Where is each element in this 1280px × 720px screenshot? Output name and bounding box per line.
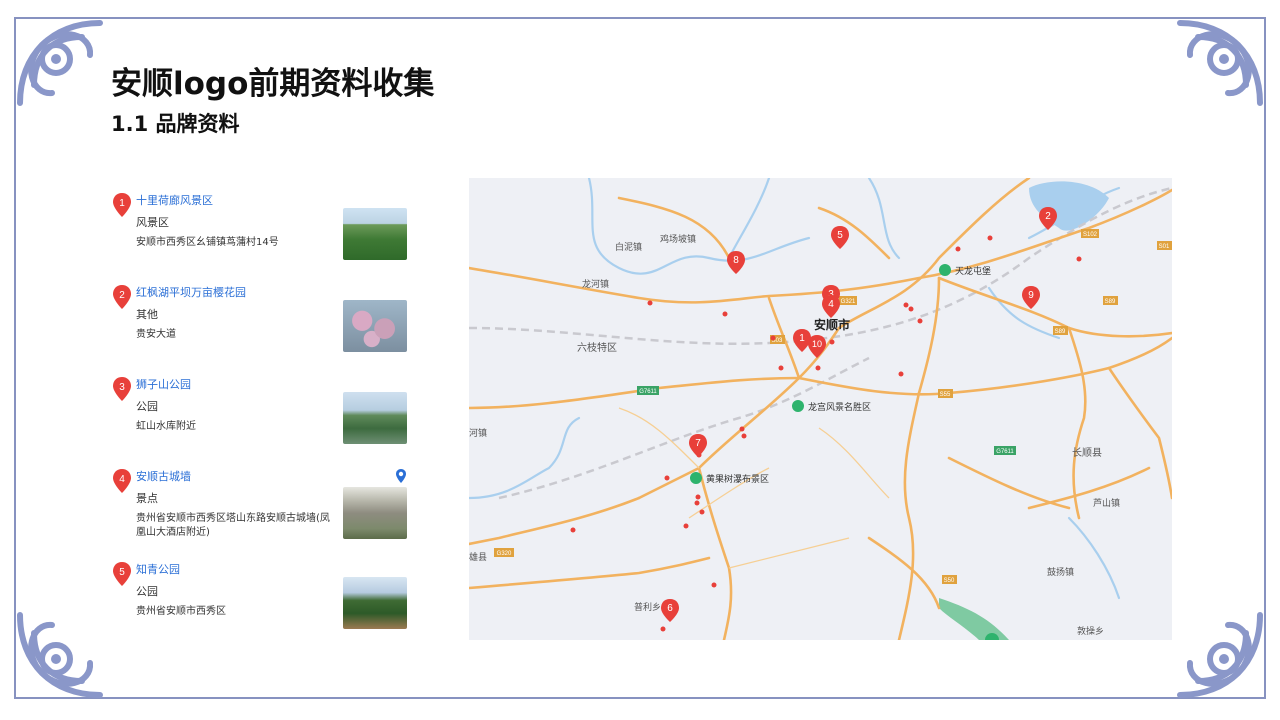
svg-text:S89: S89 [1055, 329, 1066, 335]
svg-text:G320: G320 [497, 551, 512, 557]
map-place-label: 六枝特区 [577, 341, 617, 354]
map-place-label: 敦操乡 [1077, 625, 1104, 637]
svg-text:7: 7 [695, 438, 701, 449]
ornament-corner-top-left [17, 20, 103, 106]
svg-text:G321: G321 [841, 299, 856, 305]
road-shield: S50 [942, 575, 957, 584]
poi-thumbnail-image[interactable] [343, 392, 407, 444]
poi-category: 风景区 [136, 216, 169, 229]
poi-list-item[interactable]: 4 安顺古城墙 景点 贵州省安顺市西秀区塔山东路安顺古城墙(凤凰山大酒店附近) [112, 468, 412, 548]
map-place-label: 长顺县 [1072, 447, 1102, 459]
svg-text:天龙屯堡: 天龙屯堡 [955, 265, 991, 276]
poi-list-item[interactable]: 3 狮子山公园 公园 虹山水库附近 [112, 376, 412, 456]
map-place-label: 芦山镇 [1093, 497, 1120, 509]
road-shield: S102 [1081, 229, 1099, 238]
svg-text:4: 4 [119, 474, 125, 485]
svg-text:S55: S55 [940, 392, 951, 398]
road-shield: S89 [1053, 326, 1068, 335]
svg-text:S01: S01 [1159, 244, 1170, 250]
scenic-spot-marker[interactable]: 天龙屯堡 [939, 264, 991, 276]
poi-name-link[interactable]: 狮子山公园 [136, 376, 191, 392]
ornament-corner-top-right [1177, 20, 1263, 106]
location-marker-icon[interactable] [395, 468, 407, 484]
svg-text:G7611: G7611 [639, 389, 657, 395]
map-place-label: 鸡场坡镇 [660, 233, 696, 245]
svg-text:S50: S50 [944, 578, 955, 584]
poi-list-item[interactable]: 2 红枫湖平坝万亩樱花园 其他 贵安大道 [112, 284, 412, 364]
map-pin-icon: 5 [113, 562, 131, 586]
poi-list-item[interactable]: 1 十里荷廊风景区 风景区 安顺市西秀区幺铺镇茑蒲村14号 [112, 192, 412, 272]
map-place-label: 雄县 [469, 551, 487, 563]
poi-address: 贵州省安顺市西秀区 [136, 606, 226, 617]
road-shield: G321 [839, 296, 857, 305]
section-subtitle: 1.1 品牌资料 [111, 112, 240, 136]
map-place-label: 河镇 [469, 427, 487, 439]
map-place-label: 鼓扬镇 [1047, 566, 1074, 578]
svg-text:龙宫风景名胜区: 龙宫风景名胜区 [808, 401, 871, 412]
svg-text:1: 1 [119, 198, 125, 209]
poi-thumbnail-image[interactable] [343, 577, 407, 629]
map-pin-icon: 2 [113, 285, 131, 309]
svg-text:1: 1 [799, 333, 805, 344]
poi-address: 贵州省安顺市西秀区塔山东路安顺古城墙(凤凰山大酒店附近) [136, 513, 330, 538]
poi-thumbnail-image[interactable] [343, 487, 407, 539]
poi-name-link[interactable]: 安顺古城墙 [136, 468, 191, 484]
ornament-corner-bottom-left [17, 612, 103, 698]
poi-category: 其他 [136, 308, 158, 321]
poi-list-item[interactable]: 5 知青公园 公园 贵州省安顺市西秀区 [112, 561, 412, 641]
svg-text:黄果树瀑布景区: 黄果树瀑布景区 [706, 473, 769, 484]
map-city-label: 安顺市 [814, 317, 850, 332]
road-shield: G320 [494, 548, 514, 557]
svg-text:S102: S102 [1083, 232, 1098, 238]
poi-name-link[interactable]: 知青公园 [136, 561, 180, 577]
map-pin-icon: 1 [113, 193, 131, 217]
poi-thumbnail-image[interactable] [343, 300, 407, 352]
svg-text:3: 3 [119, 382, 125, 393]
svg-text:5: 5 [837, 230, 843, 241]
map-pin-icon: 4 [113, 469, 131, 493]
ornament-corner-bottom-right [1177, 612, 1263, 698]
road-shield: G7611 [637, 386, 659, 395]
svg-text:S89: S89 [1105, 299, 1116, 305]
poi-address: 虹山水库附近 [136, 421, 196, 432]
map-canvas[interactable]: 白泥镇 鸡场坡镇 龙河镇 六枝特区 安顺市 长顺县 芦山镇 鼓扬镇 普利乡 敦操… [469, 178, 1172, 640]
svg-text:5: 5 [119, 567, 125, 578]
svg-text:2: 2 [1045, 211, 1051, 222]
svg-text:6: 6 [667, 603, 673, 614]
svg-text:2: 2 [119, 290, 125, 301]
poi-category: 景点 [136, 492, 158, 505]
map-place-label: 白泥镇 [615, 241, 642, 253]
map-view[interactable]: 白泥镇 鸡场坡镇 龙河镇 六枝特区 安顺市 长顺县 芦山镇 鼓扬镇 普利乡 敦操… [469, 178, 1172, 640]
poi-thumbnail-image[interactable] [343, 208, 407, 260]
poi-category: 公园 [136, 585, 158, 598]
svg-text:4: 4 [828, 299, 834, 310]
svg-text:8: 8 [733, 255, 739, 266]
map-place-label: 普利乡 [634, 601, 661, 613]
svg-text:9: 9 [1028, 290, 1034, 301]
map-place-label: 龙河镇 [582, 278, 609, 290]
road-shield: S89 [1103, 296, 1118, 305]
svg-text:10: 10 [812, 339, 822, 349]
page-title: 安顺logo前期资料收集 [111, 66, 435, 102]
poi-name-link[interactable]: 十里荷廊风景区 [136, 192, 213, 208]
road-shield: S55 [938, 389, 953, 398]
poi-name-link[interactable]: 红枫湖平坝万亩樱花园 [136, 284, 246, 300]
poi-category: 公园 [136, 400, 158, 413]
map-pin-icon: 3 [113, 377, 131, 401]
road-shield: G7611 [994, 446, 1016, 455]
svg-text:G7611: G7611 [996, 449, 1014, 455]
poi-address: 安顺市西秀区幺铺镇茑蒲村14号 [136, 237, 279, 248]
road-shield: S01 [1157, 241, 1172, 250]
poi-address: 贵安大道 [136, 329, 176, 340]
